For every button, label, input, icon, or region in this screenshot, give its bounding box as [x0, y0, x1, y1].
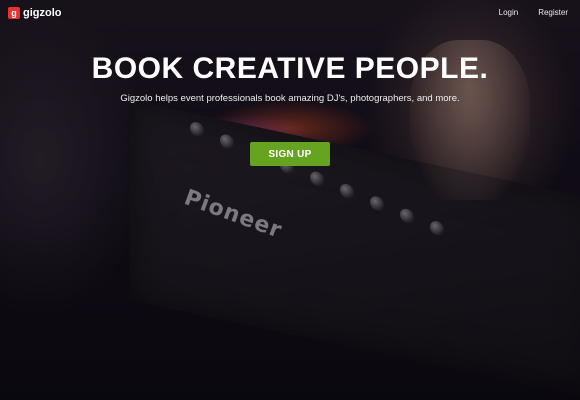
g-logo-icon: g	[8, 7, 20, 19]
login-link[interactable]: Login	[499, 8, 519, 17]
hero-headline: BOOK CREATIVE PEOPLE.	[91, 52, 489, 85]
register-link[interactable]: Register	[538, 8, 568, 17]
hero-section: BOOK CREATIVE PEOPLE. Gigzolo helps even…	[0, 52, 580, 104]
site-logo[interactable]: g gigzolo	[8, 7, 62, 19]
top-nav: Login Register	[499, 8, 568, 17]
hero-tagline: Gigzolo helps event professionals book a…	[120, 93, 460, 104]
sign-up-button[interactable]: SIGN UP	[250, 142, 330, 166]
logo-text: gigzolo	[23, 7, 62, 19]
